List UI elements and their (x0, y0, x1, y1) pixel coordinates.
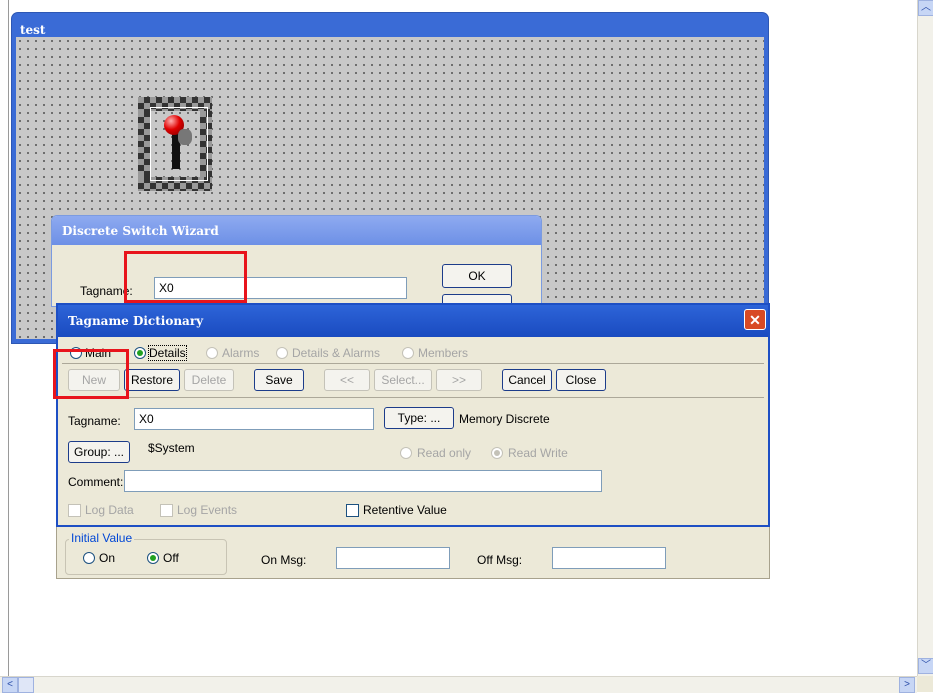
on-msg-input[interactable] (336, 547, 450, 569)
tagname-input[interactable]: X0 (134, 408, 374, 430)
close-button[interactable]: Close (556, 369, 606, 391)
off-msg-label: Off Msg: (477, 553, 523, 567)
read-write-radio[interactable] (491, 447, 503, 459)
select-button[interactable]: Select... (374, 369, 432, 391)
scroll-up-button[interactable]: ︿ (918, 0, 933, 16)
restore-button[interactable]: Restore (124, 369, 180, 391)
radio-details-label: Details (148, 345, 187, 361)
discrete-switch-symbol[interactable] (138, 97, 212, 191)
highlight-new-button (53, 349, 129, 399)
retentive-value-label: Retentive Value (363, 503, 447, 517)
comment-label: Comment: (68, 475, 124, 489)
scroll-down-icon: ﹀ (921, 660, 931, 671)
initial-value-title: Initial Value (69, 531, 135, 545)
dictionary-title-bar: Tagname Dictionary ✕ (58, 305, 768, 337)
radio-members[interactable] (402, 347, 414, 359)
highlight-wizard-tagname (124, 251, 247, 303)
delete-button[interactable]: Delete (184, 369, 234, 391)
log-data-label: Log Data (85, 503, 134, 517)
initial-off-label: Off (163, 551, 179, 565)
radio-alarms-label: Alarms (222, 346, 260, 360)
close-window-button[interactable]: ✕ (744, 309, 766, 330)
toolbar-divider (62, 363, 764, 364)
tagname-label: Tagname: (68, 414, 121, 428)
save-button[interactable]: Save (254, 369, 304, 391)
scroll-left-button[interactable]: < (2, 677, 18, 693)
radio-alarms[interactable] (206, 347, 218, 359)
wizard-lower-section: Initial Value On Off On Msg: Off Msg: (56, 527, 770, 579)
next-button[interactable]: >> (436, 369, 482, 391)
vertical-scrollbar[interactable]: ︿ ﹀ (917, 0, 933, 676)
wizard-title: Discrete Switch Wizard (62, 224, 219, 238)
type-value: Memory Discrete (459, 412, 550, 426)
horizontal-scrollbar[interactable]: < > (0, 676, 917, 693)
scroll-down-button[interactable]: ﹀ (918, 658, 933, 674)
scroll-thumb[interactable] (18, 677, 34, 693)
scroll-right-button[interactable]: > (899, 677, 915, 693)
form-divider (62, 397, 764, 398)
radio-details[interactable] (134, 347, 146, 359)
close-icon: ✕ (749, 312, 761, 328)
radio-details-alarms[interactable] (276, 347, 288, 359)
group-button[interactable]: Group: ... (68, 441, 130, 463)
scroll-left-icon: < (7, 679, 13, 690)
comment-input[interactable] (124, 470, 602, 492)
type-button[interactable]: Type: ... (384, 407, 454, 429)
test-window-title: test (20, 23, 46, 37)
cancel-button[interactable]: Cancel (502, 369, 552, 391)
group-value: $System (148, 441, 195, 455)
wizard-ok-button[interactable]: OK (442, 264, 512, 288)
on-msg-label: On Msg: (261, 553, 307, 567)
read-only-radio[interactable] (400, 447, 412, 459)
tagname-dictionary-dialog: Tagname Dictionary ✕ Main Details Alarms… (56, 303, 770, 527)
scroll-right-icon: > (904, 679, 910, 690)
initial-on-label: On (99, 551, 116, 565)
dictionary-title: Tagname Dictionary (68, 314, 204, 328)
read-write-label: Read Write (508, 446, 568, 460)
scroll-up-icon: ︿ (921, 2, 931, 13)
log-events-checkbox[interactable] (160, 504, 173, 517)
wizard-title-bar: Discrete Switch Wizard (52, 216, 541, 245)
canvas-border (8, 0, 9, 676)
scrollbar-corner (917, 676, 933, 692)
initial-off-radio[interactable] (147, 552, 159, 564)
off-msg-input[interactable] (552, 547, 666, 569)
radio-details-alarms-label: Details & Alarms (292, 346, 381, 360)
read-only-label: Read only (417, 446, 472, 460)
log-events-label: Log Events (177, 503, 238, 517)
radio-members-label: Members (418, 346, 469, 360)
retentive-value-checkbox[interactable] (346, 504, 359, 517)
initial-on-radio[interactable] (83, 552, 95, 564)
previous-button[interactable]: << (324, 369, 370, 391)
log-data-checkbox[interactable] (68, 504, 81, 517)
